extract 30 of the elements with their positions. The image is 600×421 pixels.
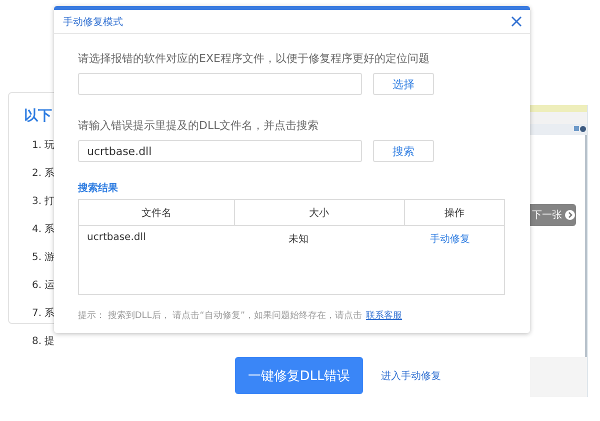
dll-name-field[interactable]: ucrtbase.dll — [78, 140, 362, 162]
dialog-title: 手动修复模式 — [63, 16, 123, 28]
list-item: 8. 提 — [32, 336, 55, 347]
file-path-field[interactable] — [78, 73, 362, 95]
repair-link[interactable]: 手动修复 — [430, 234, 470, 245]
select-button[interactable]: 选择 — [373, 73, 434, 95]
list-item: 4. 系 — [32, 224, 55, 235]
card-title: 以下 — [24, 107, 52, 125]
list-item: 5. 游 — [32, 252, 55, 263]
close-icon[interactable] — [511, 16, 522, 27]
list-item: 3. 打 — [32, 196, 55, 207]
list-item: 7. 系 — [32, 308, 55, 319]
table-cell: ucrtbase.dll — [78, 226, 234, 294]
manual-repair-link[interactable]: 进入手动修复 — [381, 368, 441, 382]
table-cell: 未知 — [234, 226, 404, 294]
list-item: 6. 运 — [32, 280, 55, 291]
chevron-right-icon — [565, 210, 575, 220]
search-button[interactable]: 搜索 — [373, 140, 434, 162]
column-header: 大小 — [234, 200, 404, 226]
instruction-text: 请输入错误提示里提及的DLL文件名，并点击搜索 — [78, 118, 320, 133]
section-title: 搜索结果 — [78, 183, 118, 194]
repair-all-button[interactable]: 一键修复DLL错误 — [235, 357, 363, 394]
list-item: 2. 系 — [32, 168, 55, 179]
column-header: 操作 — [404, 200, 504, 226]
list-item: 1. 玩 — [32, 140, 55, 151]
instruction-text: 请选择报错的软件对应的EXE程序文件，以便于修复程序更好的定位问题 — [78, 51, 430, 66]
hint-text: 提示： 搜索到DLL后， 请点击“自动修复”，如果问题始终存在，请点击 — [78, 311, 362, 321]
next-button[interactable]: 下一张 — [530, 204, 576, 226]
contact-link[interactable]: 联系客服 — [366, 311, 402, 321]
column-header: 文件名 — [78, 200, 234, 226]
